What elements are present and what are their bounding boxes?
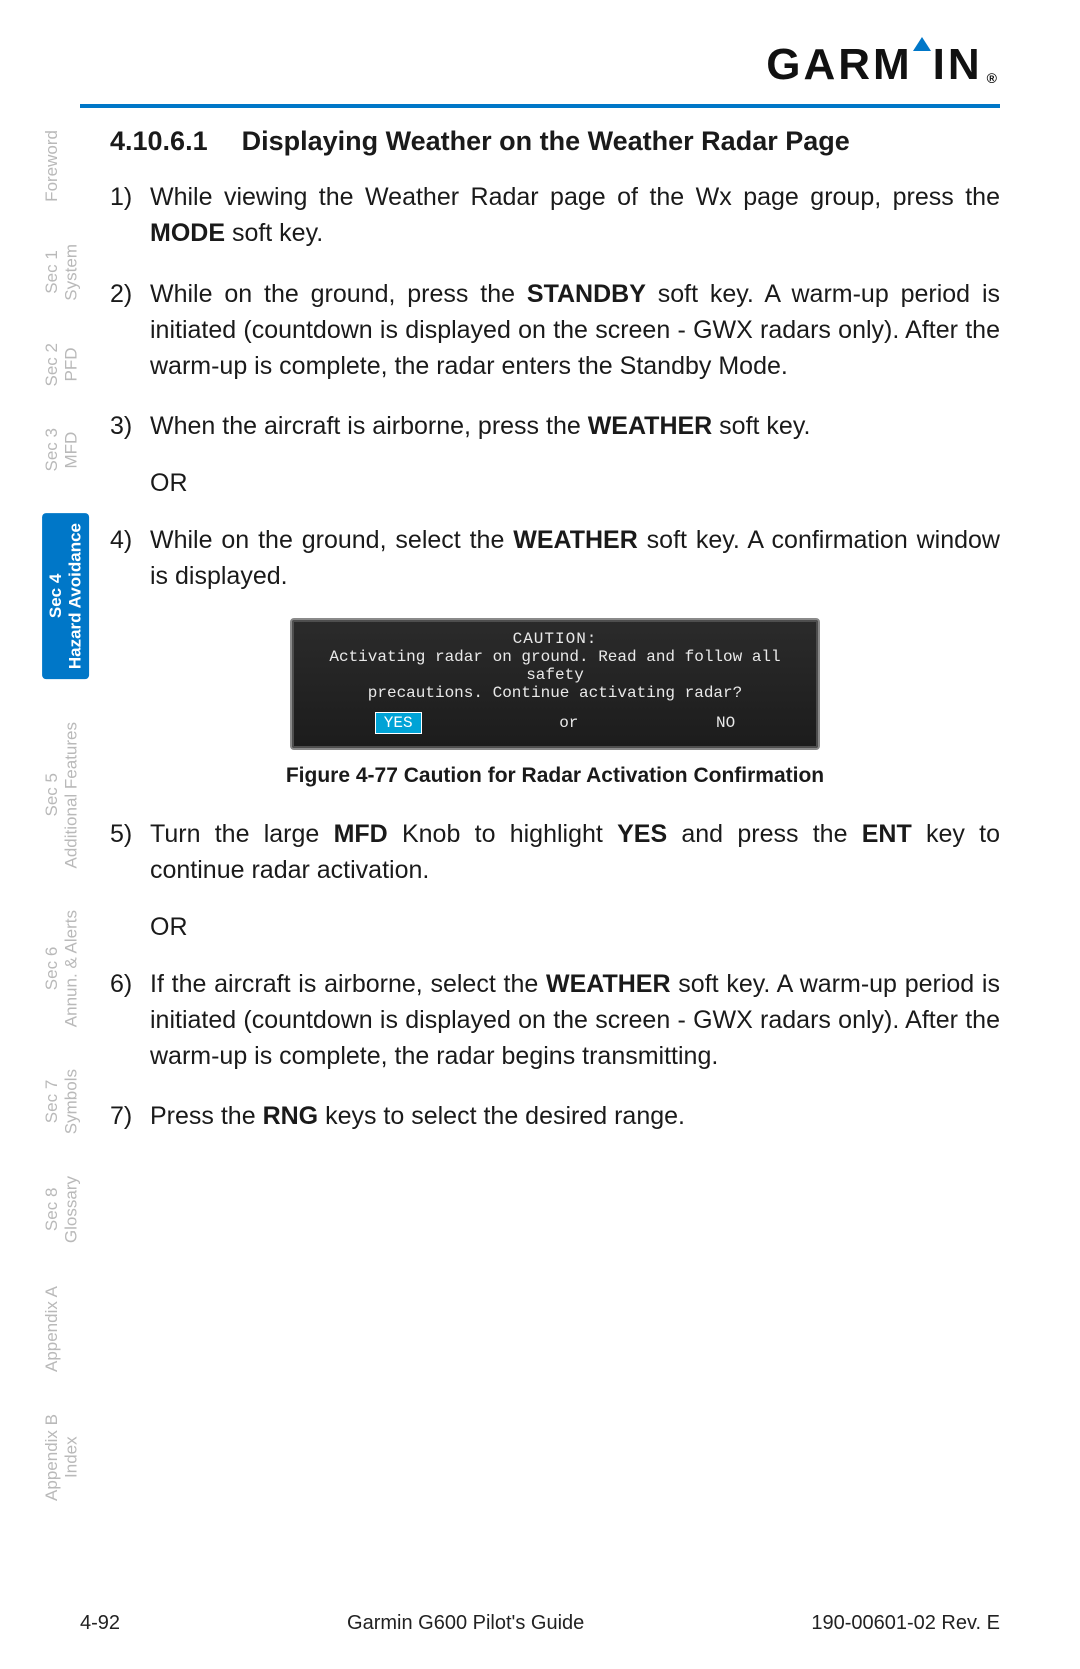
tab-sec1-system[interactable]: Sec 1System [42, 244, 81, 301]
footer-page-number: 4-92 [80, 1612, 120, 1635]
step-4: 4) While on the ground, select the WEATH… [110, 522, 1000, 595]
figure-caption: Figure 4-77 Caution for Radar Activation… [110, 764, 1000, 788]
tab-sec6-annun-alerts[interactable]: Sec 6Annun. & Alerts [42, 910, 81, 1027]
tab-sec4-hazard-avoidance[interactable]: Sec 4Hazard Avoidance [42, 513, 89, 679]
tab-appendix-a[interactable]: Appendix A [42, 1286, 62, 1372]
section-tabs: Foreword Sec 1System Sec 2PFD Sec 3MFD S… [42, 130, 89, 1543]
caution-or-label: or [559, 714, 578, 732]
tab-sec8-glossary[interactable]: Sec 8Glossary [42, 1176, 81, 1243]
caution-line-2: precautions. Continue activating radar? [306, 684, 804, 702]
page-header: GARMIN® [80, 40, 1000, 100]
caution-dialog: CAUTION: Activating radar on ground. Rea… [290, 618, 820, 750]
caution-yes-button[interactable]: YES [375, 712, 422, 734]
step-3: 3) When the aircraft is airborne, press … [110, 408, 1000, 444]
tab-sec5-additional-features[interactable]: Sec 5Additional Features [42, 722, 81, 868]
footer-doc-title: Garmin G600 Pilot's Guide [347, 1612, 584, 1635]
section-title: Displaying Weather on the Weather Radar … [242, 126, 850, 156]
caution-no-button[interactable]: NO [716, 714, 735, 732]
step-1: 1) While viewing the Weather Radar page … [110, 179, 1000, 252]
page-footer: 4-92 Garmin G600 Pilot's Guide 190-00601… [80, 1612, 1000, 1635]
tab-sec3-mfd[interactable]: Sec 3MFD [42, 428, 81, 471]
section-number: 4.10.6.1 [110, 126, 208, 157]
tab-sec2-pfd[interactable]: Sec 2PFD [42, 343, 81, 386]
caution-line-1: Activating radar on ground. Read and fol… [306, 648, 804, 684]
tab-appendix-b-index[interactable]: Appendix BIndex [42, 1414, 81, 1501]
footer-doc-rev: 190-00601-02 Rev. E [811, 1612, 1000, 1635]
tab-sec7-symbols[interactable]: Sec 7Symbols [42, 1069, 81, 1134]
section-heading: 4.10.6.1 Displaying Weather on the Weathe… [110, 126, 1000, 157]
header-rule [80, 104, 1000, 108]
logo-delta-icon [913, 37, 931, 51]
registered-mark: ® [987, 70, 1000, 86]
step-5: 5) Turn the large MFD Knob to highlight … [110, 816, 1000, 889]
caution-title: CAUTION: [306, 630, 804, 648]
step-2: 2) While on the ground, press the STANDB… [110, 276, 1000, 385]
or-separator-1: OR [150, 469, 1000, 498]
brand-logo: GARMIN® [766, 40, 1000, 90]
step-7: 7) Press the RNG keys to select the desi… [110, 1098, 1000, 1134]
or-separator-2: OR [150, 913, 1000, 942]
step-6: 6) If the aircraft is airborne, select t… [110, 966, 1000, 1075]
tab-foreword[interactable]: Foreword [42, 130, 62, 202]
page-content: 4.10.6.1 Displaying Weather on the Weathe… [110, 126, 1000, 1135]
